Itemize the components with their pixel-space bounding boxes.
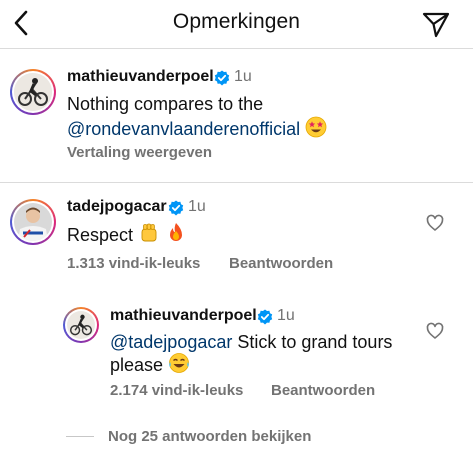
fire-emoji-icon (170, 223, 183, 241)
avatar[interactable] (14, 73, 52, 111)
reply-time: 1u (277, 307, 295, 324)
reply-text-continued: please (110, 355, 164, 375)
like-count[interactable]: 2.174 vind-ik-leuks (110, 382, 243, 399)
reply-text-line1: @tadejpogacar Stick to grand tours (110, 330, 392, 354)
cyclist-avatar-image (14, 73, 52, 111)
avatar[interactable] (67, 311, 95, 339)
top-bar: Opmerkingen (0, 0, 473, 46)
cyclist-avatar-image (67, 311, 95, 339)
comment-time: 1u (234, 68, 252, 85)
verified-badge-icon (257, 309, 273, 325)
like-count[interactable]: 1.313 vind-ik-leuks (67, 255, 200, 272)
tears-of-joy-emoji-icon (169, 353, 189, 373)
verified-badge-icon (214, 70, 230, 86)
view-more-replies-label: Nog 25 antwoorden bekijken (108, 428, 312, 445)
reply-text: Stick to grand tours (232, 332, 393, 352)
share-button[interactable] (421, 9, 451, 39)
comment-text-line: Respect (67, 222, 187, 247)
mention-link[interactable]: @rondevanvlaanderenofficial (67, 119, 300, 139)
comment-username[interactable]: mathieuvanderpoel (67, 68, 214, 86)
header-divider (0, 48, 473, 49)
avatar[interactable] (14, 203, 52, 241)
mention-link[interactable]: @tadejpogacar (110, 332, 232, 352)
verified-badge-icon (168, 200, 184, 216)
comment-divider (0, 182, 473, 183)
page-title: Opmerkingen (172, 10, 301, 33)
reply-text-line2: please (110, 352, 190, 377)
heart-icon[interactable] (426, 322, 444, 340)
comment-time: 1u (188, 198, 206, 215)
see-translation-link[interactable]: Vertaling weergeven (67, 144, 212, 161)
paper-plane-icon (422, 12, 450, 38)
reply-button[interactable]: Beantwoorden (229, 255, 333, 272)
cyclist-portrait-image (14, 203, 52, 241)
reply-username[interactable]: mathieuvanderpoel (110, 307, 257, 325)
reply-button[interactable]: Beantwoorden (271, 382, 375, 399)
replies-divider-line (66, 436, 94, 437)
view-more-replies-button[interactable]: Nog 25 antwoorden bekijken (66, 428, 311, 445)
comment-text: Nothing compares to the (67, 94, 264, 114)
comment-username[interactable]: tadejpogacar (67, 198, 167, 216)
comment-text-line2: @rondevanvlaanderenofficial (67, 116, 327, 141)
raised-fist-emoji-icon (141, 223, 157, 242)
star-struck-emoji-icon (305, 116, 327, 138)
heart-icon[interactable] (426, 214, 444, 232)
comment-text: Respect (67, 225, 134, 245)
